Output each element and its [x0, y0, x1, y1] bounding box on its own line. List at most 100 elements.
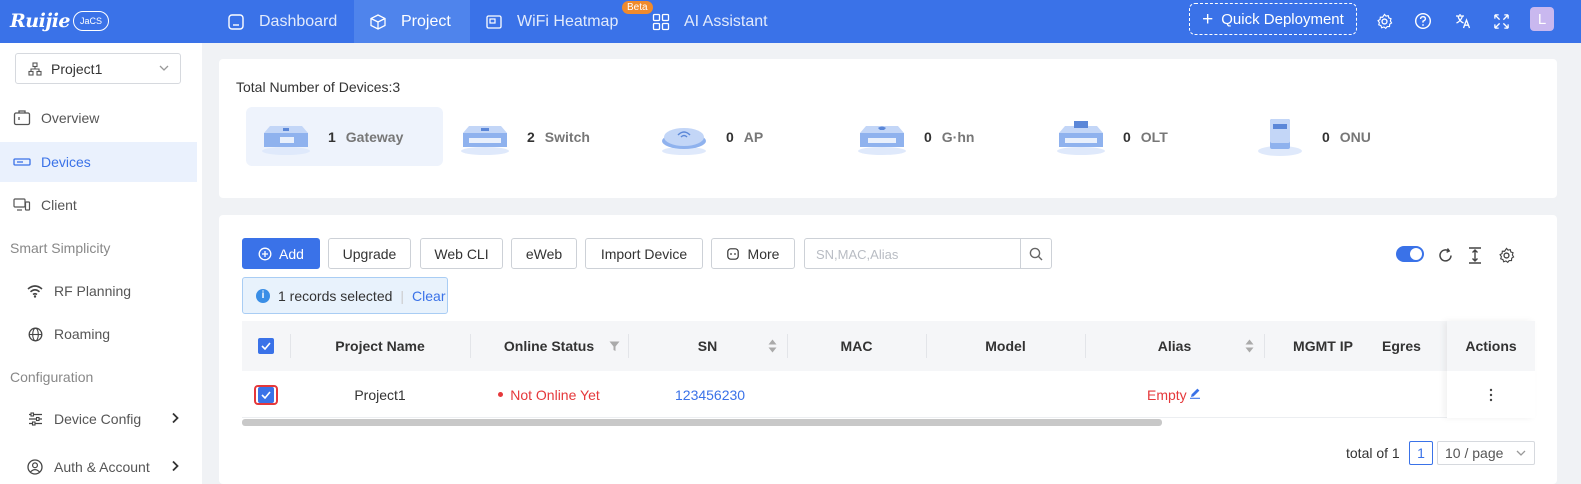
cell-alias[interactable]: Empty [1085, 371, 1264, 418]
search-input[interactable]: SN,MAC,Alias [804, 238, 1052, 269]
device-type-label: AP [743, 128, 764, 145]
cell-model [926, 371, 1085, 418]
web-cli-button[interactable]: Web CLI [420, 238, 503, 269]
translate-icon[interactable] [1453, 11, 1473, 31]
clear-selection-link[interactable]: Clear [412, 288, 445, 304]
sidebar-item-label: Overview [41, 110, 100, 126]
divider: | [400, 287, 405, 304]
search-button[interactable] [1020, 239, 1051, 268]
eweb-button[interactable]: eWeb [511, 238, 577, 269]
ghn-device-icon [858, 125, 906, 155]
quick-deployment-button[interactable]: + Quick Deployment [1189, 3, 1357, 35]
cell-sn-link[interactable]: 123456230 [628, 371, 787, 418]
selection-info-banner: i 1 records selected | Clear [242, 277, 448, 314]
cube-icon [370, 13, 386, 30]
add-circle-icon [258, 247, 272, 260]
sliders-icon [26, 411, 44, 427]
add-button[interactable]: Add [242, 238, 320, 269]
view-toggle-switch[interactable] [1396, 246, 1424, 262]
table-row[interactable]: Project1 Not Online Yet 123456230 Empty [242, 371, 1535, 418]
checkbox-checked-icon [258, 386, 274, 403]
cell-egress [1382, 371, 1447, 418]
device-count: 2 [527, 128, 535, 145]
devices-icon [13, 154, 31, 170]
search-icon [1029, 247, 1043, 260]
sort-icon[interactable] [1245, 339, 1254, 353]
device-type-label: OLT [1140, 128, 1168, 145]
project-selector[interactable]: Project1 [15, 53, 181, 84]
sidebar-item-device-config[interactable]: Device Config [0, 399, 197, 439]
device-type-onu[interactable]: 0 ONU [1240, 107, 1437, 166]
nav-wifi-heatmap[interactable]: WiFi Heatmap [485, 0, 635, 43]
select-all-checkbox[interactable] [242, 321, 290, 371]
logo-text: Ruijie [10, 10, 71, 32]
sidebar: Project1 Overview Devices Client Smart S… [0, 43, 202, 484]
filter-icon[interactable] [609, 341, 620, 352]
device-type-switch[interactable]: 2 Switch [445, 107, 642, 166]
row-actions-menu[interactable] [1447, 371, 1535, 418]
fullscreen-icon[interactable] [1491, 11, 1511, 31]
device-type-olt[interactable]: 0 OLT [1041, 107, 1238, 166]
onu-device-icon [1258, 118, 1302, 156]
sidebar-item-overview[interactable]: Overview [0, 98, 197, 138]
device-type-ghn[interactable]: 0 G·hn [842, 107, 1039, 166]
sidebar-item-devices[interactable]: Devices [0, 142, 197, 182]
status-text: Not Online Yet [510, 386, 600, 403]
device-type-label: ONU [1339, 128, 1371, 145]
device-list-card: Add Upgrade Web CLI eWeb Import Device M… [219, 215, 1557, 484]
chevron-right-icon [171, 459, 179, 475]
device-type-label: Switch [544, 128, 590, 145]
selection-count-text: 1 records selected [278, 287, 393, 304]
edit-icon[interactable] [1189, 387, 1201, 399]
top-bar: Ruijie JaCS Dashboard Project WiFi Heatm… [0, 0, 1581, 43]
column-header-mgmt-ip: MGMT IP [1293, 338, 1353, 354]
total-devices-label: Total Number of Devices:3 [236, 79, 401, 95]
olt-device-icon [1057, 120, 1105, 155]
more-button[interactable]: More [711, 238, 795, 269]
ruijie-logo[interactable]: Ruijie JaCS [10, 8, 110, 34]
nav-label: WiFi Heatmap [517, 12, 619, 30]
device-count: 0 [726, 128, 734, 145]
page-size-select[interactable]: 10 / page [1437, 441, 1535, 465]
sort-icon[interactable] [768, 339, 777, 353]
page-number-button[interactable]: 1 [1409, 441, 1433, 465]
more-button-label: More [747, 245, 780, 262]
chevron-right-icon [171, 411, 179, 427]
overview-icon [13, 110, 31, 126]
device-type-ap[interactable]: 0 AP [644, 107, 841, 166]
nav-label: AI Assistant [684, 12, 768, 30]
device-table: Project Name Online Status SN MAC Model … [242, 321, 1535, 426]
device-type-gateway[interactable]: 1 Gateway [246, 107, 443, 166]
chevron-down-icon [1516, 450, 1526, 456]
sidebar-item-roaming[interactable]: Roaming [0, 314, 197, 354]
cell-project-name: Project1 [354, 386, 406, 403]
table-header: Project Name Online Status SN MAC Model … [242, 321, 1535, 371]
gear-icon[interactable] [1374, 11, 1394, 31]
sidebar-item-client[interactable]: Client [0, 185, 197, 225]
column-header-online-status[interactable]: Online Status [470, 321, 628, 371]
sidebar-item-label: Device Config [54, 411, 142, 427]
device-count: 0 [924, 128, 932, 145]
horizontal-scrollbar[interactable] [242, 419, 1162, 426]
refresh-icon[interactable] [1435, 245, 1455, 265]
globe-icon [26, 326, 44, 342]
account-icon [26, 459, 44, 475]
switch-device-icon [461, 125, 509, 155]
column-header-sn[interactable]: SN [628, 321, 787, 371]
device-count: 1 [328, 128, 336, 145]
row-checkbox[interactable] [242, 371, 290, 418]
help-icon[interactable] [1413, 11, 1433, 31]
column-header-alias[interactable]: Alias [1085, 321, 1264, 371]
column-height-icon[interactable] [1465, 245, 1485, 265]
settings-gear-icon[interactable] [1496, 245, 1516, 265]
import-device-button[interactable]: Import Device [585, 238, 703, 269]
quick-deployment-label: Quick Deployment [1221, 10, 1344, 28]
user-avatar[interactable]: L [1530, 7, 1554, 31]
sidebar-item-rf-planning[interactable]: RF Planning [0, 271, 197, 311]
nav-ai-assistant[interactable]: AI Assistant [652, 0, 782, 43]
nav-dashboard[interactable]: Dashboard [212, 0, 354, 43]
checkbox-checked-icon [258, 338, 274, 354]
upgrade-button[interactable]: Upgrade [328, 238, 411, 269]
nav-project[interactable]: Project [354, 0, 470, 43]
sidebar-item-auth-account[interactable]: Auth & Account [0, 447, 197, 484]
